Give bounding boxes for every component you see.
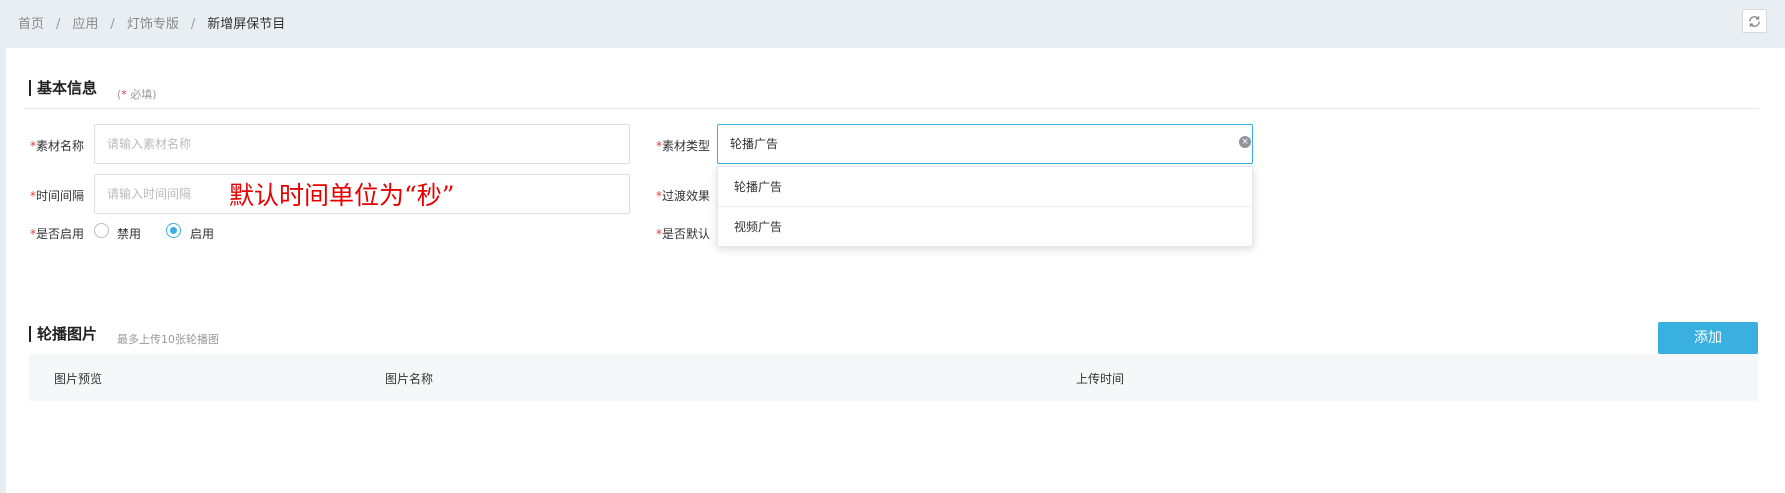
carousel-hint: 最多上传10张轮播图 — [117, 333, 219, 346]
is-default-label: *是否默认 — [656, 225, 710, 242]
required-hint-text: 必填) — [126, 88, 157, 101]
dropdown-option-carousel[interactable]: 轮播广告 — [718, 167, 1252, 207]
breadcrumb-separator: / — [110, 17, 115, 32]
enabled-label: *是否启用 — [30, 225, 84, 242]
clear-icon[interactable]: × — [1239, 136, 1251, 148]
breadcrumb-separator: / — [190, 17, 196, 32]
material-type-select[interactable]: 轮播广告 — [717, 124, 1253, 164]
breadcrumb: 首页 / 应用 / 灯饰专版 / 新增屏保节目 — [18, 13, 285, 32]
material-type-label-text: 素材类型 — [662, 139, 711, 153]
material-type-label: *素材类型 — [656, 137, 710, 154]
breadcrumb-current: 新增屏保节目 — [207, 17, 286, 32]
breadcrumb-apps[interactable]: 应用 — [72, 13, 98, 32]
radio-disable-label[interactable]: 禁用 — [117, 225, 141, 242]
transition-label: *过渡效果 — [656, 187, 710, 204]
table-header: 图片预览 图片名称 上传时间 — [29, 354, 1758, 401]
material-type-dropdown: 轮播广告 视频广告 — [717, 166, 1253, 247]
breadcrumb-separator: / — [56, 17, 61, 32]
material-name-input[interactable]: 请输入素材名称 — [94, 124, 630, 164]
dropdown-option-video[interactable]: 视频广告 — [718, 207, 1252, 247]
section-divider — [24, 108, 1759, 109]
top-bar: 首页 / 应用 / 灯饰专版 / 新增屏保节目 — [0, 0, 1785, 48]
interval-label: *时间间隔 — [30, 187, 84, 204]
breadcrumb-edition[interactable]: 灯饰专版 — [127, 13, 179, 32]
material-name-label: *素材名称 — [30, 137, 84, 154]
column-header-upload-time: 上传时间 — [1076, 372, 1125, 386]
required-hint: (* 必填) — [117, 86, 157, 102]
transition-label-text: 过渡效果 — [662, 189, 711, 203]
interval-label-text: 时间间隔 — [36, 189, 85, 203]
refresh-icon — [1749, 15, 1760, 27]
radio-enable[interactable] — [166, 223, 181, 238]
material-name-label-text: 素材名称 — [36, 139, 85, 153]
section-title-carousel: 轮播图片 — [29, 326, 97, 342]
radio-disable[interactable] — [94, 223, 109, 238]
breadcrumb-home[interactable]: 首页 — [18, 13, 44, 32]
main-panel — [6, 48, 1785, 493]
add-button[interactable]: 添加 — [1658, 322, 1758, 354]
column-header-name: 图片名称 — [385, 372, 434, 386]
annotation-text: 默认时间单位为“秒” — [229, 181, 455, 210]
radio-enable-label[interactable]: 启用 — [190, 225, 214, 242]
column-header-preview: 图片预览 — [54, 372, 103, 386]
enabled-label-text: 是否启用 — [36, 227, 85, 241]
refresh-button[interactable] — [1742, 9, 1767, 33]
is-default-label-text: 是否默认 — [662, 227, 711, 241]
section-title-basic-info: 基本信息 — [29, 80, 97, 96]
